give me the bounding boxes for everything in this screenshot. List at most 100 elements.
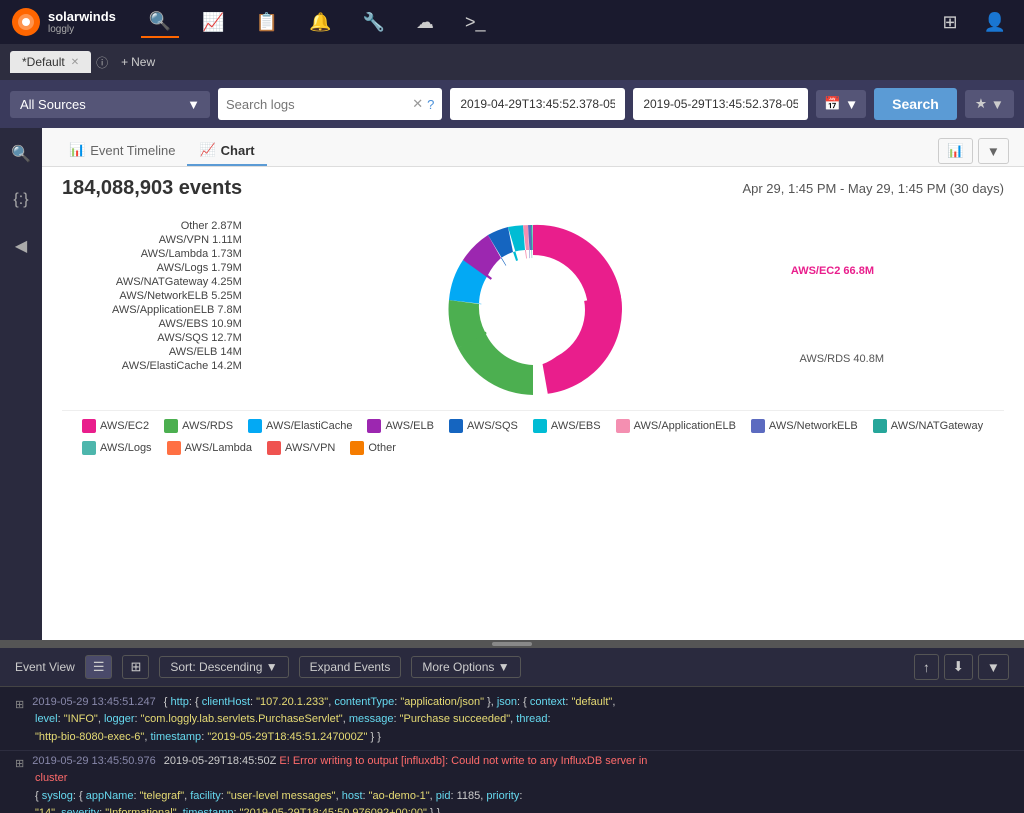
legend-vpn: AWS/VPN <box>267 441 335 455</box>
search-input-wrap: ✕ ? <box>218 88 442 120</box>
date-range: Apr 29, 1:45 PM - May 29, 1:45 PM (30 da… <box>742 181 1004 196</box>
legend-color-networkelb <box>751 419 765 433</box>
chart-options-button[interactable]: ▼ <box>978 138 1009 164</box>
donut-svg <box>433 210 633 410</box>
label-lambda: AWS/Lambda 1.73M <box>112 248 242 260</box>
grid-view-button[interactable]: ⊞ <box>122 655 149 679</box>
tab-default-label: *Default <box>22 55 65 69</box>
legend-color-rds <box>164 419 178 433</box>
left-sidebar: 🔍 {:} ◀ <box>0 128 42 640</box>
label-elb: AWS/ELB 14M <box>112 346 242 358</box>
table-row: ⊞ 2019-05-29 13:45:51.247 { http: { clie… <box>0 692 1024 751</box>
divider-handle <box>492 642 532 646</box>
label-logs: AWS/Logs 1.79M <box>112 262 242 274</box>
nav-tools-icon[interactable]: 🔧 <box>355 8 393 37</box>
expand-icon-1[interactable]: ⊞ <box>15 698 24 711</box>
date-picker-button[interactable]: 📅 ▼ <box>816 90 866 118</box>
label-networkelb: AWS/NetworkELB 5.25M <box>112 290 242 302</box>
legend-rds: AWS/RDS <box>164 419 233 433</box>
content-tabs: 📊 Event Timeline 📈 Chart 📊 ▼ <box>42 128 1024 167</box>
tab-new-icon: + <box>121 55 128 69</box>
main-layout: 🔍 {:} ◀ 📊 Event Timeline 📈 Chart 📊 ▼ 184… <box>0 128 1024 640</box>
tab-default[interactable]: *Default ✕ <box>10 51 91 73</box>
chart-area: 184,088,903 events Apr 29, 1:45 PM - May… <box>42 167 1024 640</box>
event-view-label: Event View <box>15 660 75 674</box>
label-applicationelb: AWS/ApplicationELB 7.8M <box>112 304 242 316</box>
search-help-icon[interactable]: ? <box>427 97 434 112</box>
event-area: Event View ☰ ⊞ Sort: Descending ▼ Expand… <box>0 648 1024 813</box>
app-name: solarwinds <box>48 9 116 24</box>
tab-close-icon[interactable]: ✕ <box>71 57 79 68</box>
legend-color-natgateway <box>873 419 887 433</box>
resize-divider[interactable] <box>0 640 1024 648</box>
legend-elb: AWS/ELB <box>367 419 434 433</box>
source-select[interactable]: All Sources ▼ <box>10 91 210 118</box>
tab-chart[interactable]: 📈 Chart <box>187 136 266 166</box>
nav-terminal-icon[interactable]: >_ <box>457 8 494 37</box>
nav-search-icon[interactable]: 🔍 <box>141 7 179 38</box>
nav-table-icon[interactable]: 📋 <box>248 8 286 37</box>
event-timestamp-1: 2019-05-29 13:45:51.247 <box>32 696 156 708</box>
nav-cloud-icon[interactable]: ☁ <box>408 8 442 37</box>
top-nav: solarwinds loggly 🔍 📈 📋 🔔 🔧 ☁ >_ ⊞ 👤 <box>0 0 1024 44</box>
tab-new-button[interactable]: + New <box>113 51 163 73</box>
expand-icon-2[interactable]: ⊞ <box>15 757 24 770</box>
event-body-1: level: "INFO", logger: "com.loggly.lab.s… <box>35 711 1009 746</box>
nav-alert-icon[interactable]: 🔔 <box>301 8 339 37</box>
sort-button[interactable]: Sort: Descending ▼ <box>159 656 288 678</box>
table-row: ⊞ 2019-05-29 13:45:50.976 2019-05-29T18:… <box>0 751 1024 813</box>
legend-color-elb <box>367 419 381 433</box>
source-chevron-icon: ▼ <box>187 97 200 112</box>
chart-legend: AWS/EC2 AWS/RDS AWS/ElastiCache AWS/ELB … <box>62 410 1004 463</box>
more-options-button[interactable]: More Options ▼ <box>411 656 520 678</box>
tab-event-timeline[interactable]: 📊 Event Timeline <box>57 136 187 166</box>
label-ebs: AWS/EBS 10.9M <box>112 318 242 330</box>
legend-networkelb: AWS/NetworkELB <box>751 419 858 433</box>
search-input[interactable] <box>226 97 412 112</box>
legend-color-ec2 <box>82 419 96 433</box>
share-button[interactable]: ↑ <box>914 654 939 680</box>
nav-user-icon[interactable]: 👤 <box>976 8 1014 37</box>
nav-grid-icon[interactable]: ⊞ <box>934 8 965 37</box>
sidebar-arrow-icon[interactable]: ◀ <box>9 230 33 262</box>
search-button[interactable]: Search <box>874 88 957 120</box>
sidebar-code-icon[interactable]: {:} <box>7 185 34 215</box>
chart-header: 184,088,903 events Apr 29, 1:45 PM - May… <box>62 177 1004 200</box>
event-options-button[interactable]: ▼ <box>978 654 1009 680</box>
legend-color-applicationelb <box>616 419 630 433</box>
legend-natgateway: AWS/NATGateway <box>873 419 983 433</box>
expand-events-button[interactable]: Expand Events <box>299 656 402 678</box>
date-from-input[interactable] <box>450 88 625 120</box>
event-body-2: cluster { syslog: { appName: "telegraf",… <box>35 770 1009 813</box>
bookmark-button[interactable]: ★ ▼ <box>965 90 1014 118</box>
legend-color-sqs <box>449 419 463 433</box>
nav-chart-icon[interactable]: 📈 <box>194 8 232 37</box>
legend-elasticache: AWS/ElastiCache <box>248 419 352 433</box>
search-clear-icon[interactable]: ✕ <box>412 96 423 112</box>
bookmark-chevron-icon: ▼ <box>991 97 1004 112</box>
legend-ec2: AWS/EC2 <box>82 419 149 433</box>
tab-info-icon[interactable]: ⓘ <box>96 54 108 71</box>
timeline-icon: 📊 <box>69 142 85 158</box>
label-vpn: AWS/VPN 1.11M <box>112 234 242 246</box>
legend-color-other <box>350 441 364 455</box>
list-view-button[interactable]: ☰ <box>85 655 113 679</box>
label-natgateway: AWS/NATGateway 4.25M <box>112 276 242 288</box>
event-content-1: { http: { clientHost: "107.20.1.233", co… <box>164 696 616 708</box>
date-to-input[interactable] <box>633 88 808 120</box>
legend-color-logs <box>82 441 96 455</box>
legend-color-elasticache <box>248 419 262 433</box>
legend-other: Other <box>350 441 396 455</box>
logo-icon <box>10 6 42 38</box>
label-ec2: AWS/EC2 66.8M <box>791 265 874 277</box>
sort-label: Sort: Descending <box>170 660 262 674</box>
event-toolbar: Event View ☰ ⊞ Sort: Descending ▼ Expand… <box>0 648 1024 687</box>
legend-sqs: AWS/SQS <box>449 419 518 433</box>
download-button[interactable]: ⬇ <box>944 654 973 680</box>
sidebar-search-icon[interactable]: 🔍 <box>5 138 37 170</box>
legend-color-lambda <box>167 441 181 455</box>
event-entry-header-2: ⊞ 2019-05-29 13:45:50.976 2019-05-29T18:… <box>15 755 1009 770</box>
tab-bar: *Default ✕ ⓘ + New <box>0 44 1024 80</box>
chart-action-button[interactable]: 📊 <box>938 138 973 164</box>
chart-icon: 📈 <box>199 142 215 158</box>
